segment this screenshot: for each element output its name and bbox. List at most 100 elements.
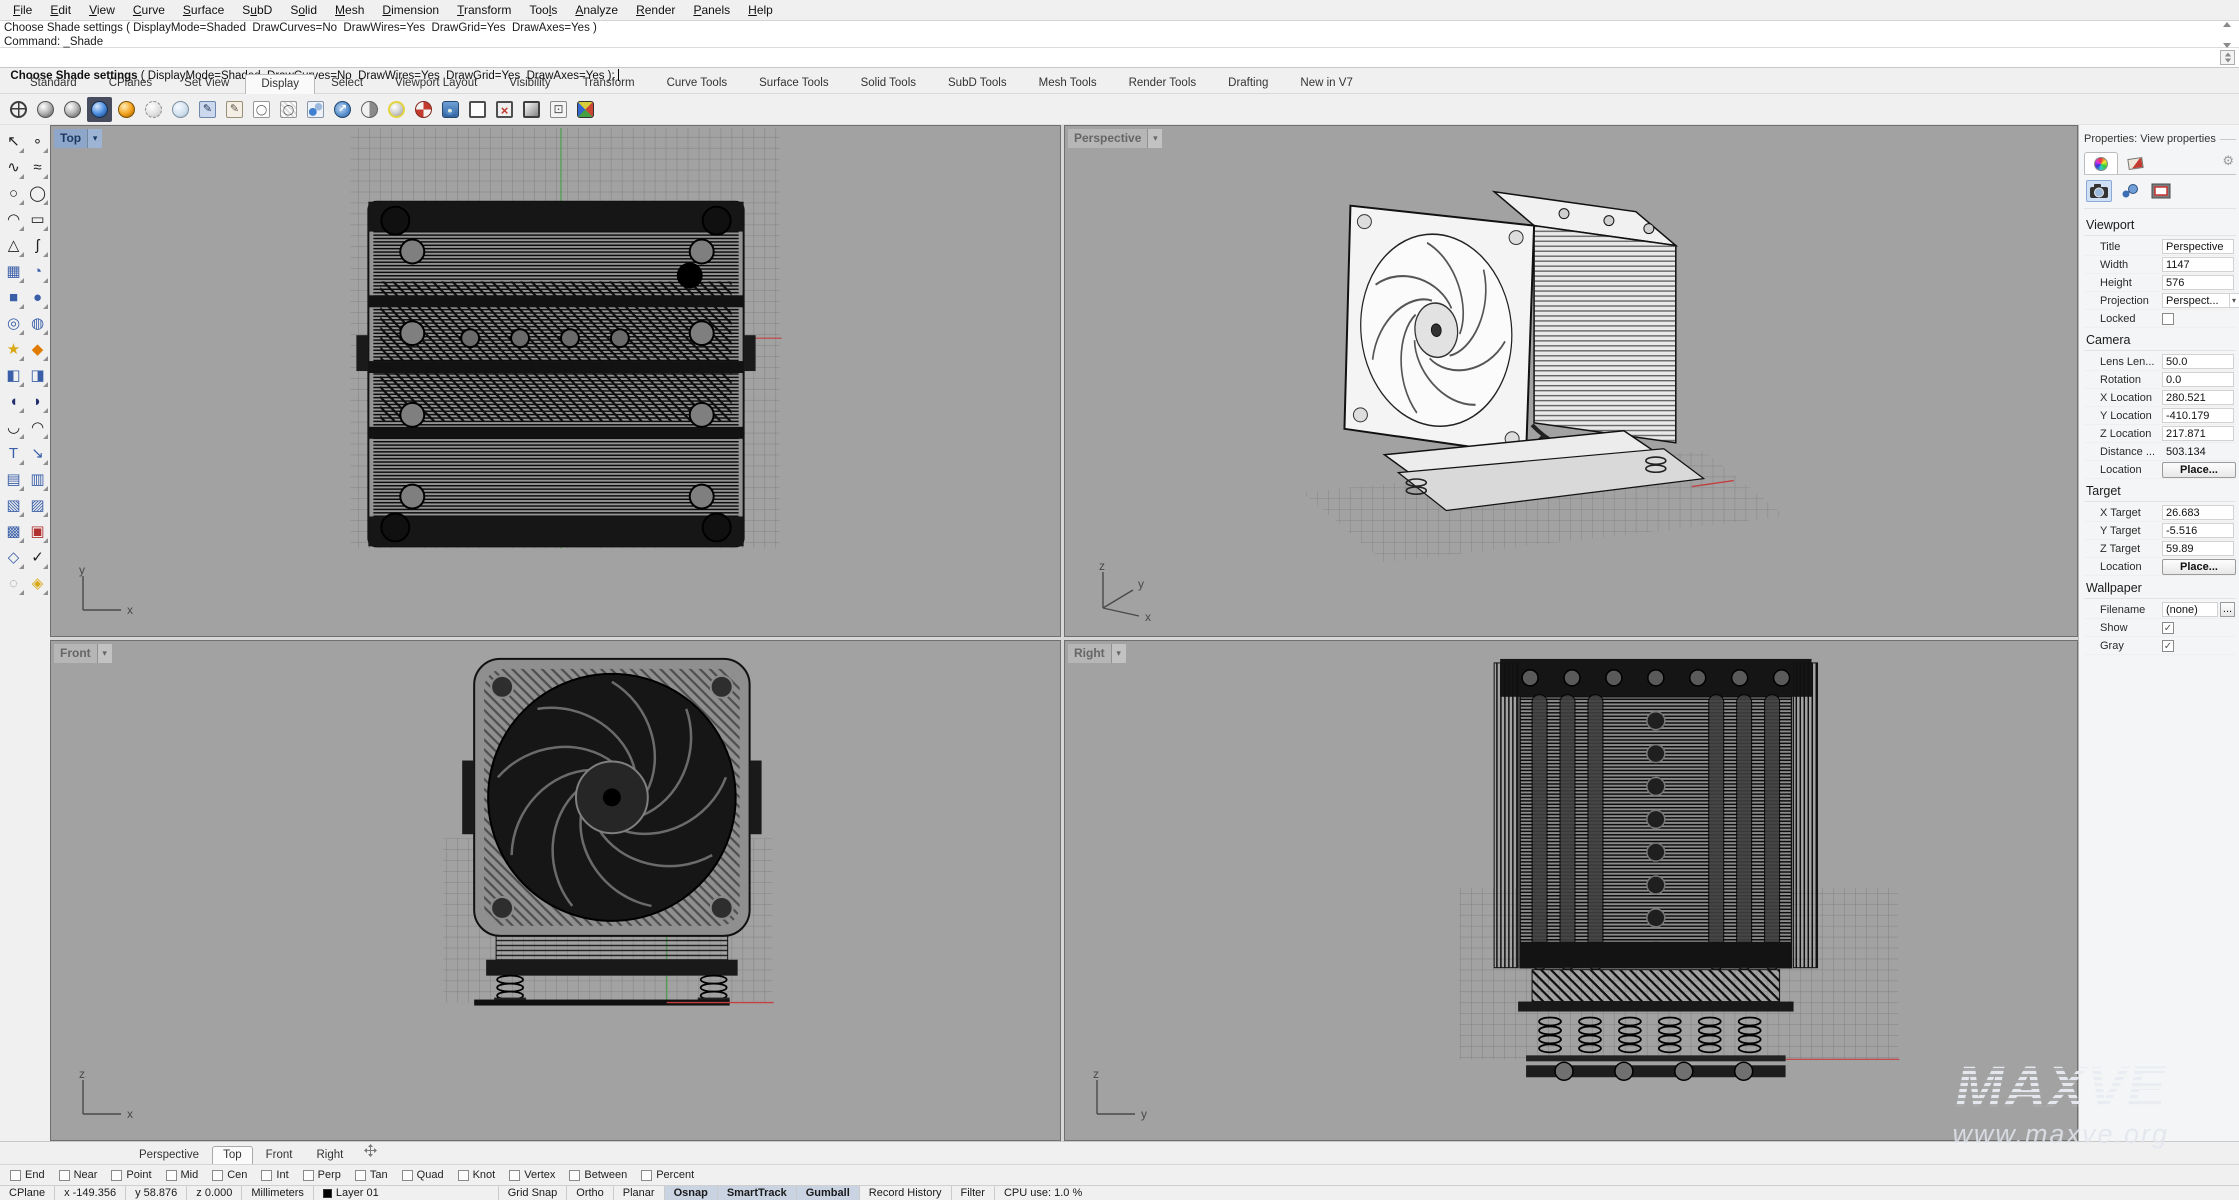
patch-surface-tool-button[interactable]: ◔ (26, 259, 49, 284)
tab-view-properties[interactable] (2084, 152, 2118, 174)
disable-display-button[interactable]: × (492, 97, 517, 122)
status-grid-snap[interactable]: Grid Snap (498, 1186, 567, 1200)
isolate-display-button[interactable] (384, 97, 409, 122)
status-filter[interactable]: Filter (951, 1186, 994, 1200)
torus-tool-button[interactable]: ◎ (2, 311, 25, 336)
blend-curve-tool-button[interactable]: ◡ (2, 415, 25, 440)
show-camera-button[interactable] (438, 97, 463, 122)
tab-surface-tools[interactable]: Surface Tools (743, 73, 844, 93)
align-tool-button[interactable]: ▥ (26, 467, 49, 492)
block-display-button[interactable] (573, 97, 598, 122)
wallpaper-filename-field[interactable]: (none) (2162, 602, 2218, 617)
spinner-down-icon[interactable] (2224, 59, 2230, 63)
osnap-percent[interactable]: Percent (641, 1169, 694, 1181)
camera-z-location-field[interactable]: 217.871 (2162, 426, 2234, 441)
status-planar[interactable]: Planar (613, 1186, 664, 1200)
boolean-union-tool-button[interactable]: ◖ (2, 389, 25, 414)
osnap-int-checkbox[interactable] (261, 1170, 272, 1181)
camera-y-location-field[interactable]: -410.179 (2162, 408, 2234, 423)
menu-file[interactable]: File (4, 3, 41, 17)
cylinder-tool-button[interactable]: ◌ (2, 571, 25, 596)
osnap-knot-checkbox[interactable] (458, 1170, 469, 1181)
render-preview-button[interactable] (357, 97, 382, 122)
viewport-label-top[interactable]: Top ▾ (54, 129, 102, 148)
box-tool-button[interactable]: ■ (2, 285, 25, 310)
adjustable-blend-tool-button[interactable]: ◠ (26, 415, 49, 440)
osnap-end-checkbox[interactable] (10, 1170, 21, 1181)
tab-subd-tools[interactable]: SubD Tools (932, 73, 1023, 93)
pointer-tool-button[interactable]: ↖ (2, 129, 25, 154)
menu-solid[interactable]: Solid (281, 3, 326, 17)
polygon-tool-button[interactable]: △ (2, 233, 25, 258)
status-osnap[interactable]: Osnap (664, 1186, 717, 1200)
rendered-display-button[interactable] (87, 97, 112, 122)
status-y-coordinate[interactable]: y 58.876 (125, 1186, 186, 1200)
osnap-quad[interactable]: Quad (402, 1169, 444, 1181)
boolean-difference-tool-button[interactable]: ◗ (26, 389, 49, 414)
ghosted-display-button[interactable] (141, 97, 166, 122)
status-record-history[interactable]: Record History (859, 1186, 951, 1200)
osnap-near[interactable]: Near (59, 1169, 98, 1181)
command-prompt[interactable]: Choose Shade settings ( DisplayMode=Shad… (0, 48, 2239, 68)
split-tool-button[interactable]: ◨ (26, 363, 49, 388)
gem-tool-button[interactable]: ◈ (26, 571, 49, 596)
tab-solid-tools[interactable]: Solid Tools (845, 73, 932, 93)
command-history[interactable]: Choose Shade settings ( DisplayMode=Shad… (0, 20, 2239, 48)
cycle-display-mode-button[interactable] (303, 97, 328, 122)
viewport-tab-top[interactable]: Top (212, 1146, 253, 1164)
status-units[interactable]: Millimeters (241, 1186, 313, 1200)
point-tool-button[interactable]: ∘ (26, 129, 49, 154)
block-tool-button[interactable]: ▤ (2, 467, 25, 492)
osnap-point-checkbox[interactable] (111, 1170, 122, 1181)
viewport-locked-checkbox[interactable] (2162, 313, 2174, 325)
tab-display[interactable]: Display (245, 74, 315, 94)
command-spinner[interactable] (2220, 50, 2235, 65)
osnap-point[interactable]: Point (111, 1169, 151, 1181)
viewport-properties-button[interactable] (465, 97, 490, 122)
osnap-between-checkbox[interactable] (569, 1170, 580, 1181)
osnap-quad-checkbox[interactable] (402, 1170, 413, 1181)
menu-transform[interactable]: Transform (448, 3, 520, 17)
top-viewport-canvas[interactable] (51, 126, 1060, 636)
command-prompt-options[interactable]: ( DisplayMode=Shaded DrawCurves=No DrawW… (138, 70, 615, 82)
menu-mesh[interactable]: Mesh (326, 3, 373, 17)
smash-tool-button[interactable]: ◆ (26, 337, 49, 362)
pen-display-button[interactable] (249, 97, 274, 122)
control-point-curve-tool-button[interactable]: ∿ (2, 155, 25, 180)
menu-dimension[interactable]: Dimension (373, 3, 448, 17)
array-tool-button[interactable]: ▩ (2, 519, 25, 544)
front-viewport-canvas[interactable] (51, 641, 1060, 1140)
target-z-target-field[interactable]: 59.89 (2162, 541, 2234, 556)
shaded-display-button[interactable] (33, 97, 58, 122)
leader-tool-button[interactable]: ↘ (26, 441, 49, 466)
freeform-curve-tool-button[interactable]: ʃ (26, 233, 49, 258)
viewport-tab-perspective[interactable]: Perspective (128, 1146, 210, 1164)
right-viewport-canvas[interactable] (1065, 641, 2077, 1140)
camera-location-button[interactable]: Place... (2162, 462, 2236, 478)
status-cplane[interactable]: CPlane (0, 1186, 54, 1200)
viewport-label-perspective[interactable]: Perspective ▾ (1068, 129, 1162, 148)
viewport-height-field[interactable]: 576 (2162, 275, 2234, 290)
osnap-mid-checkbox[interactable] (166, 1170, 177, 1181)
xray-display-button[interactable] (168, 97, 193, 122)
menu-surface[interactable]: Surface (174, 3, 233, 17)
menu-help[interactable]: Help (739, 3, 782, 17)
gear-icon[interactable]: ⚙ (2222, 153, 2234, 169)
rectangle-tool-button[interactable]: ▭ (26, 207, 49, 232)
menu-view[interactable]: View (80, 3, 124, 17)
sphere-tool-button[interactable]: ● (26, 285, 49, 310)
osnap-vertex-checkbox[interactable] (509, 1170, 520, 1181)
pan-viewports-icon[interactable] (364, 1144, 377, 1160)
boolean-solid-tool-button[interactable]: ◍ (26, 311, 49, 336)
perspective-viewport-canvas[interactable] (1065, 126, 2077, 636)
osnap-int[interactable]: Int (261, 1169, 288, 1181)
osnap-percent-checkbox[interactable] (641, 1170, 652, 1181)
viewport-menu-arrow-icon[interactable]: ▾ (1111, 644, 1126, 663)
circle-tool-button[interactable]: ○ (2, 181, 25, 206)
ghosted-objects-button[interactable]: ⊡ (546, 97, 571, 122)
tab-curve-tools[interactable]: Curve Tools (651, 73, 744, 93)
camera-properties-button[interactable] (2086, 180, 2112, 202)
spinner-up-icon[interactable] (2224, 53, 2230, 57)
artistic-display-button[interactable]: ✎ (222, 97, 247, 122)
viewport-title-field[interactable]: Perspective (2162, 239, 2234, 254)
